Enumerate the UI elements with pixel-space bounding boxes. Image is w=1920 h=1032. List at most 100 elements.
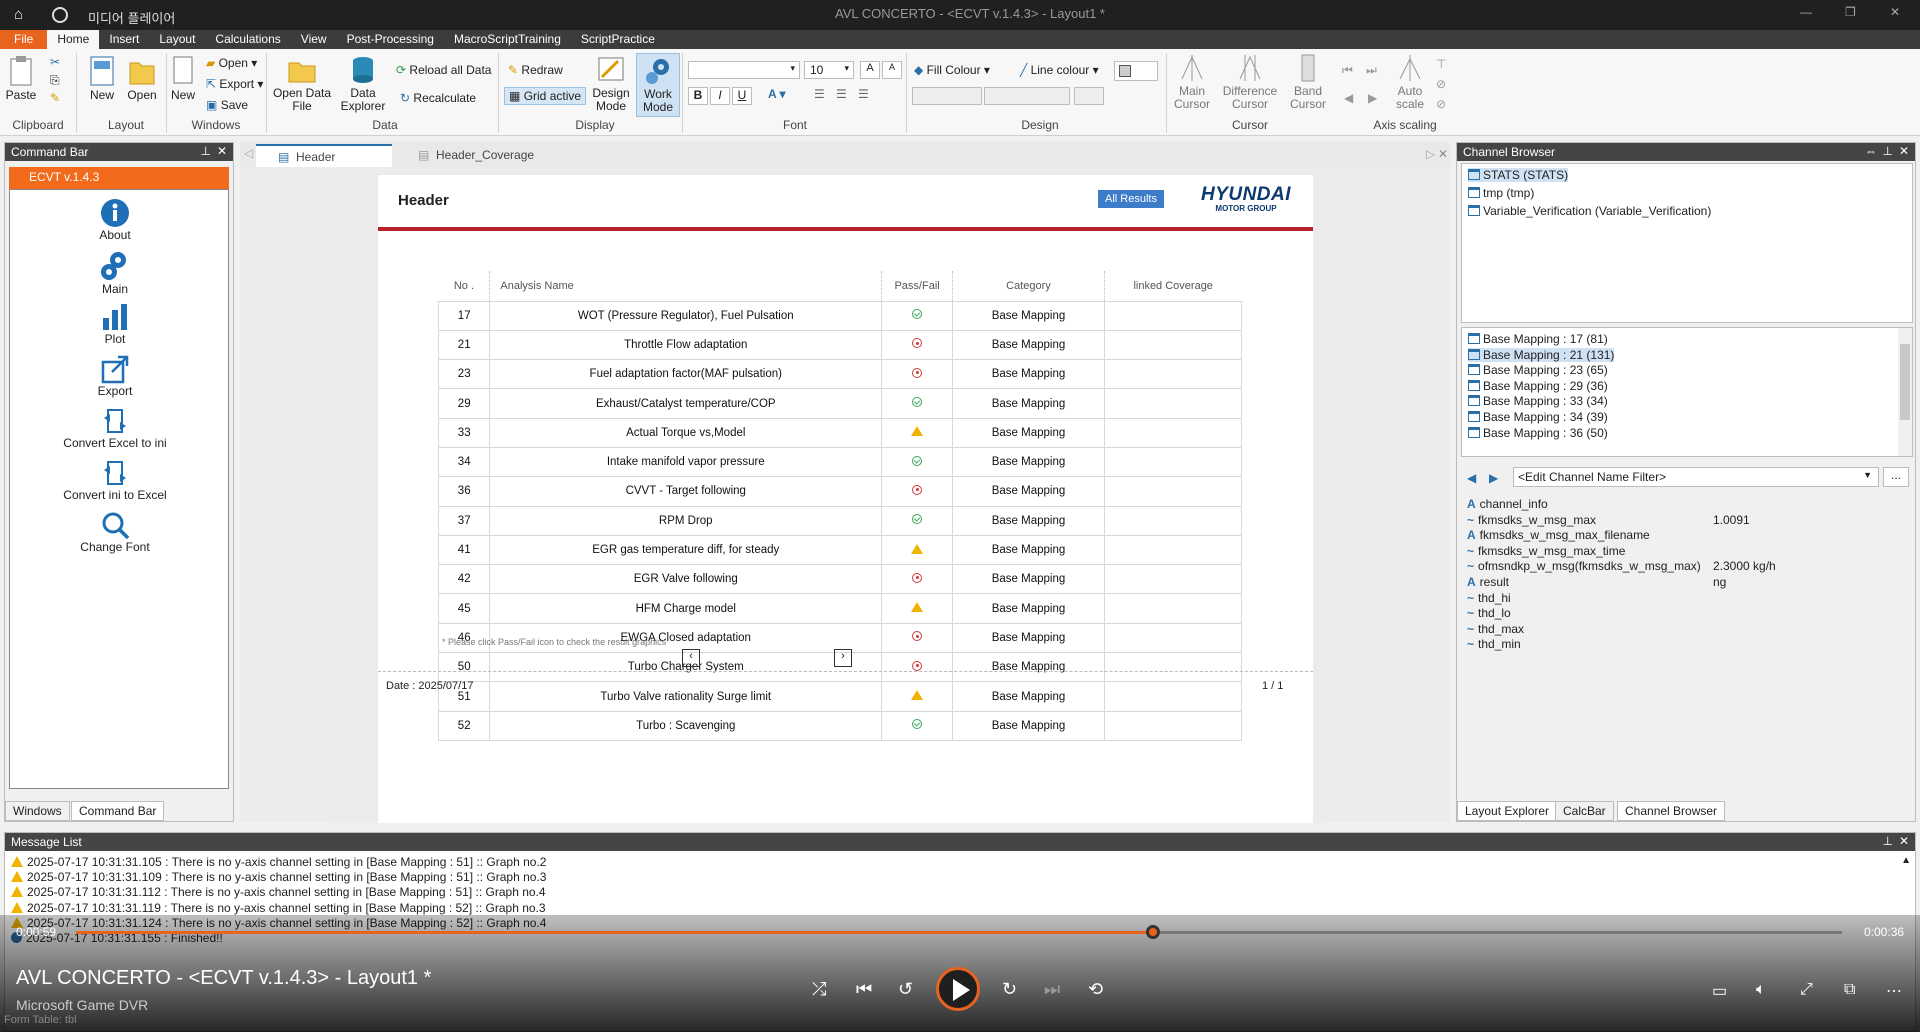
cell-pass-fail[interactable] — [881, 329, 954, 361]
fail-status-icon[interactable] — [912, 572, 923, 583]
menu-scriptpractice[interactable]: ScriptPractice — [571, 30, 665, 49]
line-style-select[interactable] — [912, 87, 982, 105]
tabs-right-arrow-icon[interactable]: ▷ — [1426, 147, 1435, 161]
convert-excel-to-ini-command[interactable]: Convert Excel to ini — [30, 406, 200, 450]
ecvt-header[interactable]: ECVT v.1.4.3 — [9, 167, 229, 189]
prev-icon[interactable]: ◀ — [1344, 91, 1353, 105]
tabs-left-arrow-icon[interactable]: ◁ — [244, 146, 253, 160]
paste-button[interactable]: Paste — [4, 55, 38, 102]
underline-button[interactable]: U — [732, 87, 752, 105]
export-button[interactable]: ⇱ Export ▾ — [206, 77, 263, 91]
all-results-button[interactable]: All Results — [1098, 190, 1164, 208]
next-page-button[interactable]: › — [834, 649, 852, 667]
channel-item[interactable]: ~ thd_max — [1467, 622, 1907, 636]
fail-status-icon[interactable] — [912, 631, 923, 642]
seek-bar[interactable] — [76, 925, 1842, 939]
group-list-item[interactable]: Base Mapping : 29 (36) — [1468, 379, 1608, 393]
menu-file[interactable]: File — [0, 30, 48, 49]
warn-status-icon[interactable] — [911, 426, 924, 437]
pin-icon[interactable]: ⊥ — [1883, 834, 1893, 848]
warn-status-icon[interactable] — [911, 543, 924, 554]
channel-item[interactable]: ~ fkmsdks_w_msg_max 1.0091 — [1467, 513, 1907, 527]
tab-header-coverage[interactable]: ▤ Header_Coverage — [396, 144, 556, 167]
design-mode-button[interactable]: Design Mode — [590, 55, 632, 113]
reload-all-data-button[interactable]: ⟳ Reload all Data — [396, 63, 491, 77]
channel-item[interactable]: ~ ofmsndkp_w_msg(fkmsdks_w_msg_max) 2.3000… — [1467, 559, 1907, 573]
group-list-item[interactable]: Base Mapping : 36 (50) — [1468, 426, 1608, 440]
font-color-icon[interactable]: A ▾ — [768, 87, 786, 101]
difference-cursor-button[interactable]: Difference Cursor — [1218, 53, 1282, 111]
fail-status-icon[interactable] — [912, 484, 923, 495]
grid-active-toggle[interactable]: ▦ Grid active — [504, 87, 587, 105]
pin-icon[interactable]: ⊥ — [201, 144, 211, 158]
plot-command[interactable]: Plot — [30, 302, 200, 346]
close-icon[interactable]: ✕ — [1899, 834, 1909, 848]
captions-icon[interactable]: ▭ — [1712, 981, 1727, 1001]
pass-status-icon[interactable] — [912, 455, 923, 466]
dock-icon[interactable]: ⇔ — [1865, 144, 1877, 158]
change-font-command[interactable]: Change Font — [30, 510, 200, 554]
data-explorer-button[interactable]: Data Explorer — [338, 55, 388, 113]
cell-pass-fail[interactable] — [881, 652, 954, 683]
shrink-font-button[interactable]: A — [882, 61, 902, 79]
next-icon[interactable]: ▶ — [1368, 91, 1377, 105]
seek-thumb[interactable] — [1146, 925, 1161, 939]
dataset-tmp[interactable]: tmp (tmp) — [1468, 186, 1534, 200]
close-icon[interactable]: ✕ — [1899, 144, 1909, 158]
convert-ini-to-excel-command[interactable]: Convert ini to Excel — [30, 458, 200, 502]
colour-picker[interactable] — [1114, 61, 1158, 81]
forward-30-icon[interactable]: ↻ — [1002, 979, 1017, 1000]
more-options-icon[interactable]: ⋯ — [1886, 981, 1902, 1001]
font-family-select[interactable]: ▾ — [688, 61, 800, 79]
warn-status-icon[interactable] — [911, 690, 924, 700]
redraw-button[interactable]: ✎ Redraw — [508, 63, 563, 77]
tab-header[interactable]: ▤ Header — [256, 144, 392, 167]
close-icon[interactable]: ✕ — [217, 144, 227, 158]
cell-pass-fail[interactable] — [881, 505, 954, 536]
new-layout-button[interactable]: New — [84, 55, 120, 102]
previous-icon[interactable]: ⏮ — [856, 979, 872, 1000]
cell-pass-fail[interactable] — [881, 476, 954, 507]
back-arrow-icon[interactable]: ◀ — [1467, 471, 1476, 485]
pass-status-icon[interactable] — [912, 309, 923, 320]
bold-button[interactable]: B — [688, 87, 708, 105]
axis-reset-icon[interactable]: ⊘ — [1436, 97, 1446, 111]
forward-arrow-icon[interactable]: ▶ — [1489, 471, 1498, 485]
menu-insert[interactable]: Insert — [99, 30, 149, 49]
channel-item[interactable]: ~ fkmsdks_w_msg_max_time — [1467, 544, 1907, 558]
channel-item[interactable]: Achannel_info — [1467, 497, 1907, 511]
axis-fit-icon[interactable]: ⊤ — [1436, 57, 1446, 71]
auto-scale-button[interactable]: Auto scale — [1390, 53, 1430, 111]
fail-status-icon[interactable] — [912, 660, 923, 671]
cell-pass-fail[interactable] — [881, 622, 954, 654]
tab-windows[interactable]: Windows — [5, 801, 70, 821]
pass-status-icon[interactable] — [912, 397, 923, 408]
menu-layout[interactable]: Layout — [149, 30, 205, 49]
warn-status-icon[interactable] — [911, 602, 924, 613]
marker-select[interactable] — [1074, 87, 1104, 105]
work-mode-button[interactable]: Work Mode — [636, 53, 680, 117]
close-icon[interactable]: ✕ — [1890, 5, 1900, 19]
close-tab-icon[interactable]: ✕ — [1438, 147, 1448, 161]
main-cursor-button[interactable]: Main Cursor — [1170, 53, 1214, 111]
grow-font-button[interactable]: A — [860, 61, 880, 79]
main-command[interactable]: Main — [30, 250, 200, 296]
menu-calculations[interactable]: Calculations — [205, 30, 290, 49]
scroll-up-icon[interactable]: ▲ — [1901, 855, 1911, 866]
font-size-select[interactable]: 10 ▾ — [804, 61, 854, 79]
prev-page-button[interactable]: ‹ — [682, 649, 700, 667]
dataset-variable-verification[interactable]: Variable_Verification (Variable_Verifica… — [1468, 204, 1711, 218]
home-icon[interactable]: ⌂ — [14, 6, 23, 23]
cell-pass-fail[interactable] — [881, 710, 954, 741]
cell-pass-fail[interactable] — [881, 359, 954, 390]
align-left-icon[interactable]: ☰ — [814, 87, 825, 101]
italic-button[interactable]: I — [710, 87, 730, 105]
channel-item[interactable]: ~ thd_min — [1467, 637, 1907, 651]
tab-command-bar[interactable]: Command Bar — [71, 801, 165, 821]
align-center-icon[interactable]: ☰ — [836, 87, 847, 101]
channel-item[interactable]: ~ thd_hi — [1467, 591, 1907, 605]
about-command[interactable]: About — [30, 198, 200, 242]
mini-player-icon[interactable]: ⧉ — [1844, 981, 1855, 999]
pass-status-icon[interactable] — [912, 719, 923, 730]
next-icon[interactable]: ⏭ — [1044, 979, 1060, 1000]
